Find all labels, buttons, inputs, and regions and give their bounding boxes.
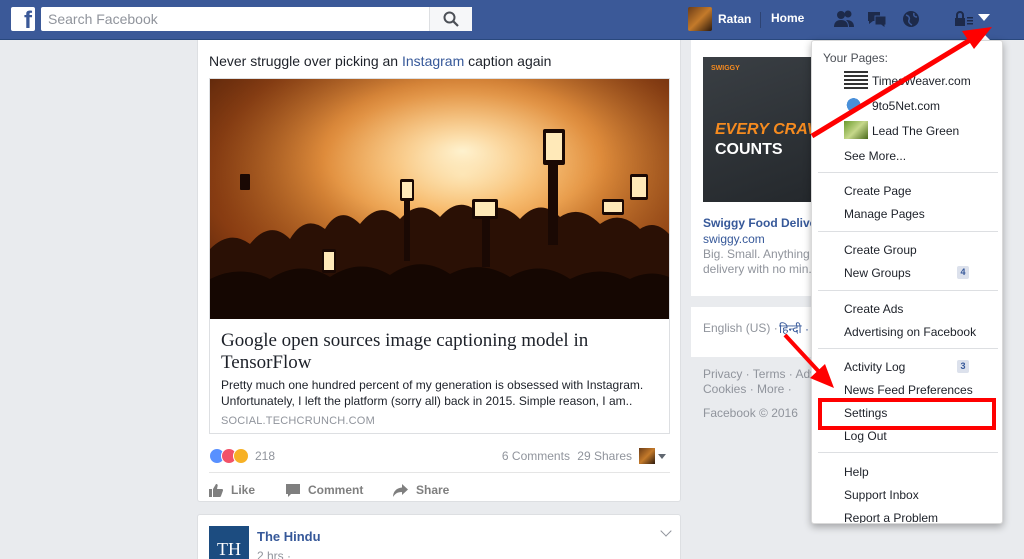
activity-log-badge: 3 (957, 360, 969, 373)
news-feed-post: TH The Hindu 2 hrs · (197, 514, 681, 559)
menu-divider (818, 231, 998, 232)
post-text-part: Never struggle over picking an (209, 53, 402, 69)
menu-divider (818, 452, 998, 453)
reaction-count[interactable]: 218 (255, 449, 275, 463)
post-text: Never struggle over picking an Instagram… (209, 53, 551, 69)
page-thumbnail (844, 71, 868, 89)
page-thumbnail (844, 96, 868, 114)
new-groups-item[interactable]: New Groups (844, 266, 911, 280)
top-navigation-bar: f Ratan Home (0, 0, 1024, 40)
like-button[interactable]: Like (209, 483, 255, 497)
create-group-item[interactable]: Create Group (844, 243, 917, 257)
share-button[interactable]: Share (393, 483, 449, 497)
support-inbox-item[interactable]: Support Inbox (844, 488, 919, 502)
ad-brand-logo: SWIGGY (711, 65, 740, 72)
ad-description-line: delivery with no min. (703, 262, 812, 276)
activity-log-item[interactable]: Activity Log (844, 360, 905, 374)
account-dropdown-menu: Your Pages: TimesWeaver.com 9to5Net.com … (811, 40, 1003, 524)
messages-icon[interactable] (866, 9, 888, 29)
page-thumbnail (844, 121, 868, 139)
search-box (41, 7, 472, 31)
search-input[interactable] (41, 7, 429, 31)
dropdown-notch (976, 33, 990, 40)
post-timestamp[interactable]: 2 hrs · (257, 549, 291, 559)
footer-links[interactable]: Cookies · More · (703, 382, 816, 397)
concert-crowd-image[interactable] (210, 79, 669, 319)
like-label: Like (231, 483, 256, 497)
comment-button[interactable]: Comment (286, 483, 363, 497)
see-more-link[interactable]: See More... (844, 149, 906, 163)
link-source: SOCIAL.TECHCRUNCH.COM (221, 415, 375, 427)
share-arrow-icon (393, 483, 408, 497)
ad-image[interactable]: SWIGGY EVERY CRAV COUNTS (703, 57, 821, 202)
avatar[interactable] (639, 448, 655, 464)
post-text-part: caption again (464, 53, 552, 69)
report-problem-item[interactable]: Report a Problem (844, 511, 938, 523)
your-pages-heading: Your Pages: (823, 51, 888, 65)
ad-image-text: COUNTS (715, 141, 783, 158)
post-action-bar: Like Comment Share (209, 472, 670, 502)
profile-name: Ratan (718, 12, 752, 26)
crowd-silhouette-image (210, 79, 669, 319)
language-english[interactable]: English (US) · (703, 321, 778, 335)
ad-domain-link[interactable]: swiggy.com (703, 232, 765, 246)
comment-label: Comment (308, 483, 364, 497)
ad-title-link[interactable]: Swiggy Food Delive (703, 216, 816, 230)
copyright: Facebook © 2016 (703, 406, 798, 420)
the-hindu-logo[interactable]: TH (209, 526, 249, 559)
page-link-timesweaver[interactable]: TimesWeaver.com (872, 74, 971, 88)
nav-divider (760, 12, 761, 28)
ad-description-line: Big. Small. Anything (703, 247, 810, 261)
create-page-item[interactable]: Create Page (844, 184, 911, 198)
language-hindi[interactable]: हिन्दी · (779, 320, 809, 337)
reactions-summary[interactable]: 218 (209, 448, 275, 464)
home-link[interactable]: Home (771, 11, 804, 25)
link-title[interactable]: Google open sources image captioning mod… (221, 330, 661, 374)
manage-pages-item[interactable]: Manage Pages (844, 207, 925, 221)
comment-icon (286, 483, 300, 497)
wow-reaction-icon (233, 448, 249, 464)
footer-links[interactable]: Privacy · Terms · Adv (703, 367, 816, 382)
search-icon (443, 11, 459, 27)
post-stats: 6 Comments 29 Shares (498, 449, 632, 463)
friend-requests-icon[interactable] (833, 9, 855, 29)
create-ads-item[interactable]: Create Ads (844, 302, 903, 316)
menu-divider (818, 172, 998, 173)
sponsored-ad: SWIGGY EVERY CRAV COUNTS Swiggy Food Del… (691, 40, 821, 296)
instagram-link[interactable]: Instagram (402, 53, 464, 69)
chevron-down-icon[interactable] (658, 454, 666, 459)
news-feed-preferences-item[interactable]: News Feed Preferences (844, 383, 973, 397)
account-menu-caret-icon[interactable] (978, 14, 990, 21)
privacy-shortcuts-lock-icon[interactable] (953, 9, 975, 29)
ad-description: Big. Small. Anything delivery with no mi… (703, 247, 821, 277)
chevron-down-icon[interactable] (660, 525, 672, 537)
menu-divider (818, 348, 998, 349)
page-footer: Privacy · Terms · Adv Cookies · More · F… (703, 367, 816, 421)
profile-link[interactable]: Ratan (688, 7, 751, 31)
thumbs-up-icon (209, 483, 223, 497)
ad-image-text: EVERY CRAV (715, 121, 818, 138)
link-description: Pretty much one hundred percent of my ge… (221, 378, 644, 408)
shared-link-card[interactable]: Google open sources image captioning mod… (209, 78, 670, 434)
new-groups-badge: 4 (957, 266, 969, 279)
advertising-item[interactable]: Advertising on Facebook (844, 325, 976, 339)
page-name-link[interactable]: The Hindu (257, 529, 321, 544)
notifications-globe-icon[interactable] (900, 9, 922, 29)
help-item[interactable]: Help (844, 465, 869, 479)
language-selector: English (US) · हिन्दी · (691, 307, 821, 357)
avatar (688, 7, 712, 31)
menu-divider (818, 290, 998, 291)
news-feed-post: Never struggle over picking an Instagram… (197, 40, 681, 502)
comments-count[interactable]: 6 Comments (502, 449, 570, 463)
shares-count[interactable]: 29 Shares (577, 449, 632, 463)
share-label: Share (416, 483, 450, 497)
facebook-logo-icon[interactable]: f (11, 7, 35, 33)
log-out-item[interactable]: Log Out (844, 429, 887, 443)
page-link-9to5net[interactable]: 9to5Net.com (872, 99, 940, 113)
search-button[interactable] (429, 7, 472, 31)
page-link-leadthegreen[interactable]: Lead The Green (872, 124, 959, 138)
settings-highlight-box (818, 398, 996, 430)
